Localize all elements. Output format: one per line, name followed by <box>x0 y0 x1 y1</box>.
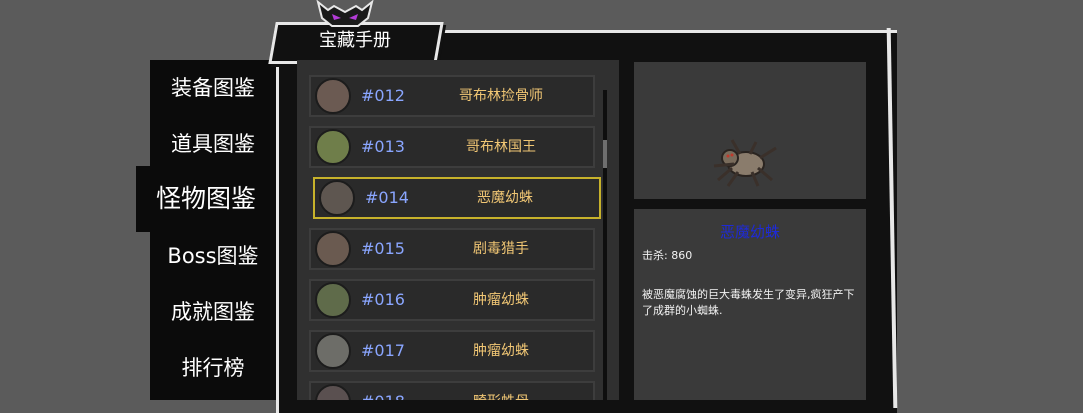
goblin-king-portrait-icon <box>315 129 351 165</box>
list-item-selected[interactable]: #014 恶魔幼蛛 <box>313 177 601 219</box>
monster-name: 哥布林捡骨师 <box>459 88 543 104</box>
spider-portrait-icon <box>319 180 355 216</box>
monster-name: 剧毒猎手 <box>473 241 529 257</box>
spider-portrait-icon <box>315 282 351 318</box>
menu-item-monsters[interactable]: 怪物图鉴 <box>136 166 276 232</box>
list-item[interactable]: #016 肿瘤幼蛛 <box>309 279 595 321</box>
monster-preview <box>634 62 866 199</box>
list-scrollbar[interactable] <box>603 90 607 400</box>
demon-emblem-icon <box>316 0 374 27</box>
category-menu: 装备图鉴 道具图鉴 怪物图鉴 Boss图鉴 成就图鉴 排行榜 <box>136 60 276 400</box>
page-title: 宝藏手册 <box>319 30 391 51</box>
monster-number: #017 <box>361 341 405 360</box>
menu-item-items[interactable]: 道具图鉴 <box>150 128 276 158</box>
monster-number: #015 <box>361 239 405 258</box>
monster-number: #012 <box>361 86 405 105</box>
monster-name: 哥布林国王 <box>466 139 536 155</box>
spider-portrait-icon <box>315 231 351 267</box>
scrollbar-thumb[interactable] <box>603 140 607 168</box>
monster-number: #013 <box>361 137 405 156</box>
kill-count: 击杀: 860 <box>642 249 693 262</box>
monster-name: 肿瘤幼蛛 <box>473 292 529 308</box>
spider-portrait-icon <box>315 333 351 369</box>
menu-item-leaderboard[interactable]: 排行榜 <box>150 352 276 382</box>
monster-info: 恶魔幼蛛 击杀: 860 被恶魔腐蚀的巨大毒蛛发生了变异,疯狂产下了成群的小蜘蛛… <box>634 209 866 400</box>
monster-name: 畸形蛛母 <box>441 383 561 400</box>
list-item[interactable]: #017 肿瘤幼蛛 <box>309 330 595 372</box>
monster-number: #018 <box>361 383 405 400</box>
spider-portrait-icon <box>315 384 351 400</box>
list-item[interactable]: #013 哥布林国王 <box>309 126 595 168</box>
menu-item-achievements[interactable]: 成就图鉴 <box>150 296 276 326</box>
monster-list[interactable]: #012 哥布林捡骨师 #013 哥布林国王 #014 恶魔幼蛛 #015 剧毒… <box>297 60 619 400</box>
menu-item-equipment[interactable]: 装备图鉴 <box>150 72 276 102</box>
goblin-portrait-icon <box>315 78 351 114</box>
monster-description: 被恶魔腐蚀的巨大毒蛛发生了变异,疯狂产下了成群的小蜘蛛. <box>642 288 855 317</box>
monster-name: 肿瘤幼蛛 <box>473 343 529 359</box>
list-item[interactable]: #015 剧毒猎手 <box>309 228 595 270</box>
monster-number: #016 <box>361 290 405 309</box>
menu-item-boss[interactable]: Boss图鉴 <box>150 240 276 270</box>
list-item[interactable]: #018 畸形蛛母 <box>309 381 595 400</box>
monster-name: 恶魔幼蛛 <box>477 190 533 206</box>
spider-icon <box>713 139 777 187</box>
monster-number: #014 <box>365 188 409 207</box>
monster-detail-name: 恶魔幼蛛 <box>719 223 780 241</box>
list-item[interactable]: #012 哥布林捡骨师 <box>309 75 595 117</box>
